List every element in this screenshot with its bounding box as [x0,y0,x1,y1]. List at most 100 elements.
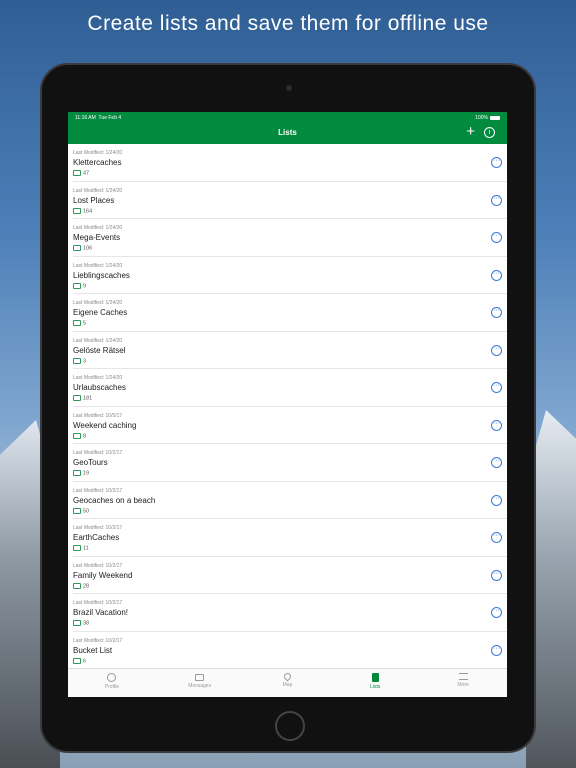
geocache-box-icon [73,357,81,364]
list-item[interactable]: Last Modified: 1/24/20 Gelöste Rätsel 3 ··· [73,332,507,369]
cache-count: 50 [73,507,90,514]
last-modified-label: Last Modified: 1/24/20 [73,262,123,269]
last-modified-label: Last Modified: 1/24/20 [73,375,123,381]
list-name: Bucket List [73,645,113,655]
list-icon [371,673,379,682]
more-options-icon[interactable]: ··· [491,419,502,431]
more-options-icon[interactable]: ··· [491,269,502,281]
cache-count: 164 [73,207,93,214]
tab-more[interactable]: More [419,669,507,697]
cache-count-value: 28 [83,582,90,589]
map-pin-icon [282,671,293,682]
more-options-icon[interactable]: ··· [491,532,502,543]
geocache-box-icon [73,395,81,401]
list-item[interactable]: Last Modified: 1/24/20 Lieblingscaches 9 ··… [73,257,507,294]
more-options-icon[interactable]: ··· [491,644,502,656]
list-item[interactable]: Last Modified: 10/2/17 Brazil Vacation! 38… [73,594,507,632]
more-options-icon[interactable]: ··· [491,307,502,318]
more-options-icon[interactable]: ··· [491,494,502,506]
last-modified-label: Last Modified: 10/2/17 [73,450,123,456]
list-name: Brazil Vacation! [73,608,128,617]
tab-bar: Profile Messages Map Lists More [68,668,507,697]
cache-count-value: 8 [83,432,87,439]
promo-headline: Create lists and save them for offline u… [87,12,489,35]
list-name: Urlaubscaches [73,383,126,392]
last-modified-label: Last Modified: 10/2/17 [73,525,123,531]
geocache-box-icon [73,582,81,589]
plus-icon[interactable]: + [466,124,475,139]
cache-count: 8 [73,432,87,439]
cache-count: 47 [73,170,89,176]
status-date: Tue Feb 4 [98,115,122,121]
geocache-box-icon [73,282,81,289]
cache-count-value: 5 [83,320,87,327]
geocache-box-icon [73,657,81,664]
more-options-icon[interactable]: ··· [491,382,502,393]
more-options-icon[interactable]: ··· [491,457,502,468]
last-modified-label: Last Modified: 1/24/20 [73,187,123,194]
more-options-icon[interactable]: ··· [491,569,502,581]
battery-icon [490,115,500,120]
cache-count-value: 164 [83,207,93,214]
list-item[interactable]: Last Modified: 10/2/17 Bucket List 6 ··· [73,632,507,669]
cache-count: 11 [73,545,89,551]
cache-count: 106 [73,245,92,251]
list-item[interactable]: Last Modified: 1/24/20 Mega-Events 106 ··· [73,219,507,257]
geocache-box-icon [73,507,81,514]
geocache-box-icon [73,170,81,176]
cache-count-value: 3 [83,357,87,364]
tab-label: Profile [104,684,119,690]
lists-list: Last Modified: 1/24/20 Klettercaches 47 ···… [68,144,507,669]
cache-count-value: 9 [83,282,87,289]
list-item[interactable]: Last Modified: 1/24/20 Lost Places 164 ··· [73,182,507,219]
home-button[interactable] [275,711,305,741]
list-item[interactable]: Last Modified: 10/2/17 GeoTours 19 ··· [73,444,507,482]
more-options-icon[interactable]: ··· [491,232,502,243]
geocache-box-icon [73,245,81,251]
profile-icon [107,673,117,682]
cache-count: 181 [73,395,92,401]
tab-map[interactable]: Map [244,669,332,697]
list-item[interactable]: Last Modified: 10/2/17 Geocaches on a bea… [73,482,507,519]
last-modified-label: Last Modified: 10/2/17 [73,600,123,606]
tab-profile[interactable]: Profile [68,669,156,697]
list-item[interactable]: Last Modified: 1/24/20 Urlaubscaches 181 ··… [73,369,507,407]
cache-count: 3 [73,357,87,364]
more-options-icon[interactable]: ··· [491,607,502,618]
list-item[interactable]: Last Modified: 10/5/17 Weekend caching 8 ··… [73,407,507,444]
navigation-bar: 11:16 AM Tue Feb 4 100% Lists + i [68,112,507,144]
last-modified-label: Last Modified: 10/5/17 [73,412,123,419]
last-modified-label: Last Modified: 10/2/17 [73,637,123,644]
cache-count-value: 6 [83,657,87,664]
list-name: Lieblingscaches [73,270,130,280]
status-bar: 11:16 AM Tue Feb 4 100% [75,115,500,121]
list-name: Family Weekend [73,570,133,580]
more-options-icon[interactable]: ··· [491,157,502,168]
list-item[interactable]: Last Modified: 1/24/20 Klettercaches 47 ··· [73,144,507,182]
page-title: Lists [278,128,297,137]
status-time: 11:16 AM [75,115,96,121]
list-name: Mega-Events [73,233,121,242]
geocache-box-icon [73,620,81,626]
more-options-icon[interactable]: ··· [491,194,502,206]
menu-icon [458,673,468,680]
geocache-box-icon [73,470,81,476]
cache-count-value: 50 [83,507,90,514]
list-name: Lost Places [73,195,115,205]
cache-count: 19 [73,470,89,476]
list-item[interactable]: Last Modified: 10/2/17 EarthCaches 11 ··· [73,519,507,557]
last-modified-label: Last Modified: 1/24/20 [73,300,123,306]
tab-messages[interactable]: Messages [156,669,244,697]
geocache-box-icon [73,320,81,326]
cache-count: 9 [73,282,87,289]
list-name: Geocaches on a beach [73,495,156,505]
list-item[interactable]: Last Modified: 10/2/17 Family Weekend 28 ··… [73,557,507,594]
more-options-icon[interactable]: ··· [491,344,502,356]
geocache-box-icon [73,545,81,551]
list-item[interactable]: Last Modified: 1/24/20 Eigene Caches 5 ··· [73,294,507,332]
info-icon[interactable]: i [484,127,495,138]
cache-count: 6 [73,657,87,664]
tab-lists[interactable]: Lists [331,669,419,697]
tab-label: Map [282,682,293,688]
list-name: GeoTours [73,458,108,467]
